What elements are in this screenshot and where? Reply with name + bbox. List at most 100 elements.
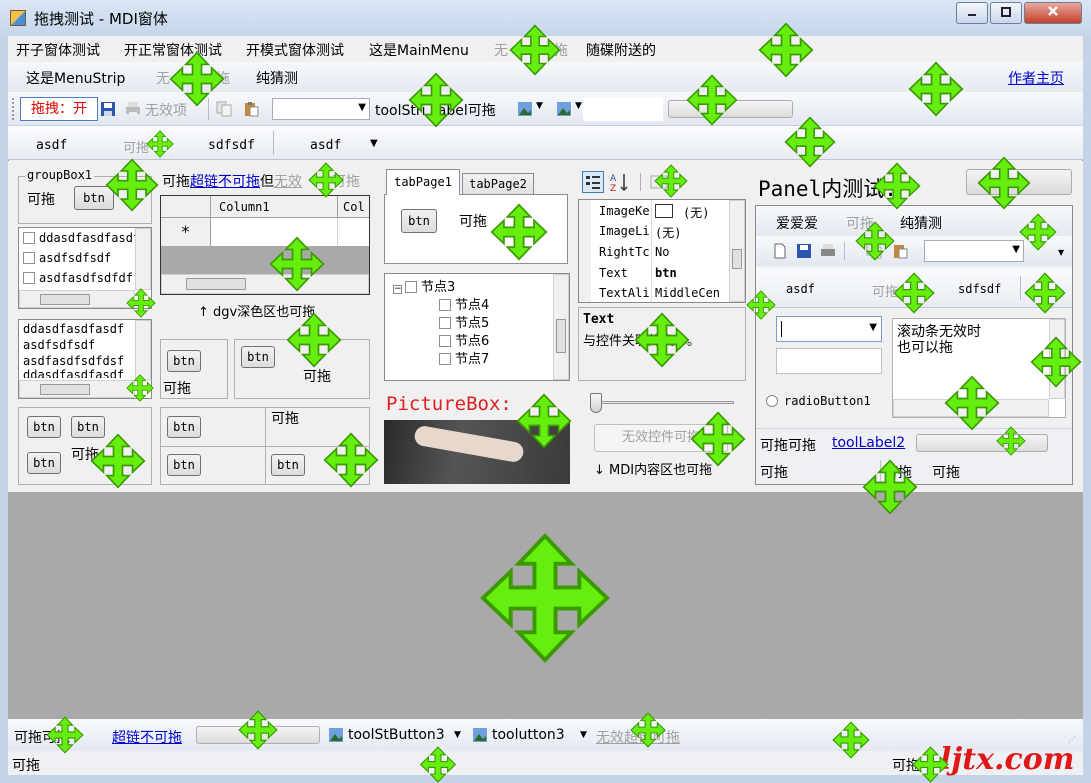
save-icon[interactable]: [796, 243, 812, 259]
scrollbar-thumb[interactable]: [556, 319, 566, 353]
save-icon[interactable]: [100, 101, 116, 117]
property-value[interactable]: (无): [655, 224, 681, 241]
bottom-button3[interactable]: toolStButton3: [348, 727, 445, 743]
dropdown-arrow-icon[interactable]: ▼: [454, 730, 461, 740]
tab-page1[interactable]: tabPage1: [386, 169, 460, 195]
datagridview[interactable]: Column1 Col *: [160, 195, 370, 295]
chevron-down-icon[interactable]: ▼: [869, 322, 877, 333]
tabstrip-tab-asdf[interactable]: asdf: [36, 138, 67, 153]
menu-item-disabled[interactable]: 无: [494, 40, 508, 60]
menustrip-item-disabled[interactable]: 无: [156, 68, 170, 88]
scrollbar-thumb[interactable]: [732, 249, 742, 269]
new-file-icon[interactable]: [772, 243, 788, 259]
property-name[interactable]: Text: [599, 266, 628, 280]
checkbox[interactable]: [439, 317, 451, 329]
property-value[interactable]: btn: [655, 266, 677, 280]
no-drag-link[interactable]: 超链不可拖: [190, 174, 260, 190]
panel-button[interactable]: btn: [27, 452, 61, 474]
tree-node-root[interactable]: − 节点3: [393, 276, 455, 295]
toolstrip-grip[interactable]: [12, 98, 15, 120]
drag-toggle-button[interactable]: 拖拽：开: [20, 97, 98, 121]
split-image-button-icon[interactable]: [472, 727, 488, 743]
tree-node[interactable]: 节点4: [439, 294, 489, 313]
checkbox[interactable]: [439, 299, 451, 311]
bottom-button4[interactable]: toolutton3: [492, 727, 565, 743]
vertical-scrollbar[interactable]: [553, 274, 569, 380]
alphabetical-icon[interactable]: AZ: [608, 171, 630, 193]
radio-button[interactable]: radioButton1: [766, 394, 871, 408]
author-link[interactable]: 作者主页: [1008, 68, 1064, 88]
horizontal-scrollbar[interactable]: [19, 380, 135, 398]
print-icon[interactable]: [820, 243, 836, 259]
grid-column-header[interactable]: Column1: [219, 200, 270, 214]
tabstrip-tab-sdfsdf[interactable]: sdfsdf: [208, 138, 255, 153]
grid-horizontal-scrollbar[interactable]: [161, 274, 369, 294]
tabstrip-dropdown-icon[interactable]: ▼: [370, 138, 378, 149]
menustrip-item-main[interactable]: 这是MenuStrip: [26, 68, 125, 88]
dropdown-arrow-icon[interactable]: ▼: [536, 101, 543, 111]
image-button-icon[interactable]: [328, 727, 344, 743]
panel-button[interactable]: btn: [271, 454, 305, 476]
minimize-button[interactable]: [956, 2, 988, 24]
split-arrow-icon[interactable]: ▼: [580, 730, 587, 740]
grid-new-row[interactable]: *: [161, 218, 369, 246]
radio-circle[interactable]: [766, 395, 778, 407]
menu-item-modal-form[interactable]: 开模式窗体测试: [246, 40, 344, 60]
panel-button[interactable]: btn: [27, 416, 61, 438]
inner-tab[interactable]: sdfsdf: [958, 282, 1001, 296]
vertical-scrollbar[interactable]: [729, 200, 745, 302]
vertical-scrollbar[interactable]: [135, 228, 151, 290]
disabled-link[interactable]: 无效: [274, 174, 302, 190]
checkbox[interactable]: [23, 272, 35, 284]
inner-status-link[interactable]: toolLabel2: [832, 435, 905, 451]
menu-item-child-form[interactable]: 开子窗体测试: [16, 40, 100, 60]
inner-menu-item[interactable]: 纯猜测: [900, 213, 942, 233]
property-value[interactable]: No: [655, 245, 669, 259]
property-name[interactable]: ImageKe: [599, 204, 650, 218]
menustrip-item-guess[interactable]: 纯猜测: [256, 68, 298, 88]
tabstrip-tab-asdf2[interactable]: asdf: [310, 138, 341, 153]
panel-button[interactable]: btn: [167, 454, 201, 476]
listbox-item[interactable]: asdfsdfsdf: [23, 338, 95, 352]
paste-icon[interactable]: [243, 101, 259, 117]
toolstrip-textbox[interactable]: [583, 97, 663, 121]
scrollbar-thumb[interactable]: [186, 278, 246, 290]
checked-list-item[interactable]: ddasdfasdfasdf: [23, 231, 140, 245]
propertygrid[interactable]: ImageKe (无) ImageLi (无) RightTc No Text …: [578, 199, 746, 303]
horizontal-scrollbar[interactable]: [19, 290, 135, 308]
tree-node[interactable]: 节点6: [439, 330, 489, 349]
inner-tab[interactable]: asdf: [786, 282, 815, 296]
menu-item-bonus[interactable]: 随碟附送的: [586, 40, 656, 60]
property-name[interactable]: ImageLi: [599, 224, 650, 238]
checkbox[interactable]: [23, 232, 35, 244]
inner-menu-item[interactable]: 爱爱爱: [776, 213, 818, 233]
inner-combobox[interactable]: ▼: [924, 240, 1024, 262]
inner-editable-combo[interactable]: ▼: [776, 316, 882, 342]
toolstrip-combobox[interactable]: ▼: [272, 98, 370, 120]
split-image-button-icon[interactable]: [556, 101, 572, 117]
image-button-icon[interactable]: [517, 101, 533, 117]
checked-list-item[interactable]: asdfsdfsdf: [23, 251, 111, 265]
menu-item-mainmenu[interactable]: 这是MainMenu: [369, 40, 469, 60]
overflow-icon[interactable]: ▼: [1058, 248, 1064, 257]
close-button[interactable]: [1024, 2, 1082, 24]
property-value[interactable]: MiddleCen: [655, 286, 720, 300]
treeview[interactable]: − 节点3 节点4 节点5 节点6 节点7: [384, 273, 570, 381]
listbox-item[interactable]: ddasdfasdfasdf: [23, 368, 124, 378]
scrollbar-thumb[interactable]: [40, 294, 90, 305]
grid-column-header[interactable]: Col: [343, 200, 365, 214]
property-value[interactable]: (无): [683, 204, 709, 221]
checkbox[interactable]: [439, 335, 451, 347]
property-name[interactable]: RightTc: [599, 245, 650, 259]
checkbox[interactable]: [23, 252, 35, 264]
tree-collapse-icon[interactable]: −: [393, 285, 402, 294]
grid-row-header[interactable]: *: [161, 218, 211, 246]
property-name[interactable]: TextAli: [599, 286, 650, 300]
bottom-link[interactable]: 超链不可拖: [112, 727, 182, 747]
trackbar-thumb[interactable]: [590, 393, 602, 413]
listbox-item[interactable]: asdfasdfsdfdsf: [23, 354, 124, 368]
panel-button[interactable]: btn: [241, 346, 275, 368]
inner-textbox[interactable]: [776, 348, 882, 374]
panel-button[interactable]: btn: [167, 416, 201, 438]
checkbox[interactable]: [439, 353, 451, 365]
